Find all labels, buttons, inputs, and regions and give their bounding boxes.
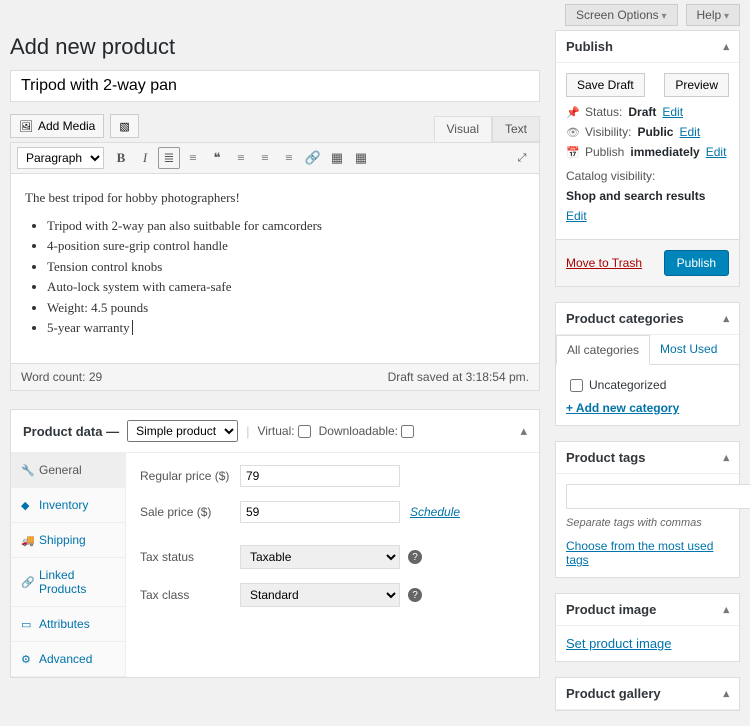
toolbar-toggle-icon[interactable]: ▦: [350, 147, 372, 169]
text-cursor: [129, 320, 133, 335]
help-icon[interactable]: ?: [408, 588, 422, 602]
publish-heading: Publish: [566, 39, 613, 54]
bullet-list-icon[interactable]: ≣: [158, 147, 180, 169]
block-button[interactable]: [110, 114, 138, 138]
autosave-status: Draft saved at 3:18:54 pm.: [388, 370, 529, 384]
pd-tab-advanced[interactable]: ⚙Advanced: [11, 642, 125, 677]
schedule-link[interactable]: Schedule: [410, 505, 460, 519]
product-title-input[interactable]: [10, 70, 540, 102]
edit-catalog-link[interactable]: Edit: [566, 209, 587, 223]
content-bullet: Tripod with 2-way pan also suitbable for…: [47, 216, 525, 236]
inventory-icon: ◆: [21, 499, 33, 512]
content-bullet: Tension control knobs: [47, 257, 525, 277]
pd-tab-shipping[interactable]: 🚚Shipping: [11, 523, 125, 558]
editor-toolbar: Paragraph B I ≣ ≡ ❝ ≡ ≡ ≡ 🔗 ▦ ▦ ⤢: [10, 142, 540, 174]
fullscreen-icon[interactable]: ⤢: [511, 147, 533, 169]
eye-icon: 👁: [566, 126, 579, 139]
tab-text[interactable]: Text: [492, 116, 540, 142]
align-right-icon[interactable]: ≡: [278, 147, 300, 169]
move-to-trash-link[interactable]: Move to Trash: [566, 256, 642, 270]
edit-publish-link[interactable]: Edit: [706, 145, 727, 159]
regular-price-input[interactable]: [240, 465, 400, 487]
pd-tab-linked[interactable]: 🔗Linked Products: [11, 558, 125, 607]
calendar-icon: 📅: [566, 146, 579, 159]
align-left-icon[interactable]: ≡: [230, 147, 252, 169]
help-button[interactable]: Help: [686, 4, 741, 26]
panel-toggle-icon[interactable]: ▴: [520, 423, 527, 439]
word-count: Word count: 29: [21, 370, 102, 384]
category-label: Uncategorized: [589, 378, 666, 392]
pd-tab-attributes[interactable]: ▭Attributes: [11, 607, 125, 642]
content-bullet: Auto-lock system with camera-safe: [47, 277, 525, 297]
gear-icon: ⚙: [21, 653, 33, 666]
tags-hint: Separate tags with commas: [566, 517, 729, 529]
align-center-icon[interactable]: ≡: [254, 147, 276, 169]
content-bullet: 5-year warranty: [47, 318, 525, 338]
edit-visibility-link[interactable]: Edit: [679, 125, 700, 139]
publish-button[interactable]: Publish: [664, 250, 729, 276]
media-icon: [19, 119, 33, 133]
page-title: Add new product: [10, 34, 540, 60]
pin-icon: 📌: [566, 106, 579, 119]
sale-price-input[interactable]: [240, 501, 400, 523]
content-bullet: 4-position sure-grip control handle: [47, 236, 525, 256]
save-draft-button[interactable]: Save Draft: [566, 73, 645, 97]
panel-toggle-icon[interactable]: ▴: [723, 603, 729, 616]
tag-input[interactable]: [566, 484, 750, 509]
content-bullet: Weight: 4.5 pounds: [47, 298, 525, 318]
virtual-label: Virtual:: [257, 424, 310, 438]
virtual-checkbox[interactable]: [298, 425, 311, 438]
gallery-heading: Product gallery: [566, 686, 661, 701]
tab-visual[interactable]: Visual: [434, 116, 492, 142]
downloadable-checkbox[interactable]: [401, 425, 414, 438]
screen-options-button[interactable]: Screen Options: [565, 4, 678, 26]
set-image-link[interactable]: Set product image: [566, 636, 672, 651]
add-category-link[interactable]: + Add new category: [566, 401, 679, 415]
tax-status-select[interactable]: Taxable: [240, 545, 400, 569]
tax-status-label: Tax status: [140, 550, 240, 564]
categories-heading: Product categories: [566, 311, 684, 326]
italic-icon[interactable]: I: [134, 147, 156, 169]
numbered-list-icon[interactable]: ≡: [182, 147, 204, 169]
pd-tab-inventory[interactable]: ◆Inventory: [11, 488, 125, 523]
format-select[interactable]: Paragraph: [17, 147, 104, 169]
tax-class-label: Tax class: [140, 588, 240, 602]
sale-price-label: Sale price ($): [140, 505, 240, 519]
uncategorized-checkbox[interactable]: [570, 379, 583, 392]
wrench-icon: 🔧: [21, 464, 33, 477]
editor-content[interactable]: The best tripod for hobby photographers!…: [10, 174, 540, 364]
link-icon: 🔗: [21, 576, 33, 589]
quote-icon[interactable]: ❝: [206, 147, 228, 169]
tax-class-select[interactable]: Standard: [240, 583, 400, 607]
content-intro: The best tripod for hobby photographers!: [25, 188, 525, 208]
regular-price-label: Regular price ($): [140, 469, 240, 483]
panel-toggle-icon[interactable]: ▴: [723, 687, 729, 700]
cube-icon: [119, 119, 129, 133]
truck-icon: 🚚: [21, 534, 33, 547]
add-media-button[interactable]: Add Media: [10, 114, 104, 138]
attributes-icon: ▭: [21, 618, 33, 631]
tab-all-categories[interactable]: All categories: [556, 335, 650, 365]
tags-heading: Product tags: [566, 450, 645, 465]
preview-button[interactable]: Preview: [664, 73, 729, 97]
panel-toggle-icon[interactable]: ▴: [723, 451, 729, 464]
more-icon[interactable]: ▦: [326, 147, 348, 169]
product-data-heading: Product data —: [23, 424, 119, 439]
panel-toggle-icon[interactable]: ▴: [723, 312, 729, 325]
pd-tab-general[interactable]: 🔧General: [11, 453, 125, 488]
downloadable-label: Downloadable:: [319, 424, 414, 438]
panel-toggle-icon[interactable]: ▴: [723, 40, 729, 53]
tab-most-used[interactable]: Most Used: [650, 335, 727, 364]
help-icon[interactable]: ?: [408, 550, 422, 564]
product-type-select[interactable]: Simple product: [127, 420, 238, 442]
image-heading: Product image: [566, 602, 656, 617]
bold-icon[interactable]: B: [110, 147, 132, 169]
choose-tags-link[interactable]: Choose from the most used tags: [566, 539, 729, 567]
edit-status-link[interactable]: Edit: [662, 105, 683, 119]
link-icon[interactable]: 🔗: [302, 147, 324, 169]
